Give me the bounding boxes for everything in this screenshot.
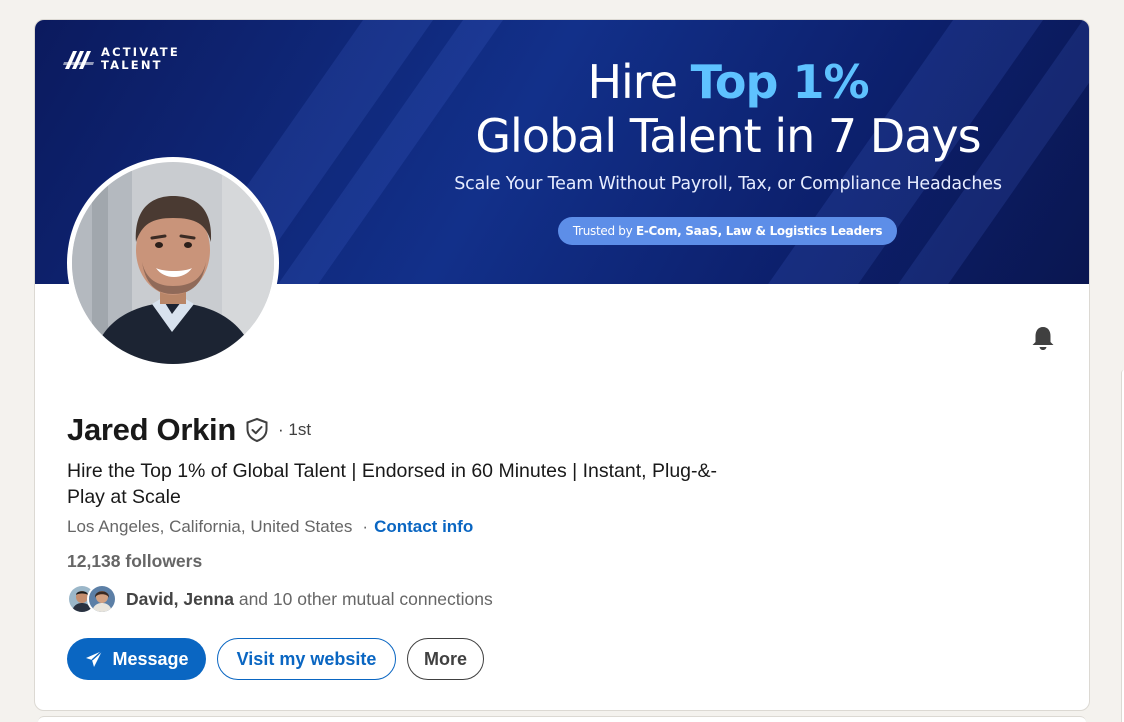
banner-subheadline: Scale Your Team Without Payroll, Tax, or… xyxy=(454,174,1002,194)
contact-info-link[interactable]: Contact info xyxy=(374,517,473,537)
avatar xyxy=(87,584,117,614)
connection-degree: · 1st xyxy=(278,420,312,439)
profile-photo-image xyxy=(72,162,274,364)
bell-icon[interactable] xyxy=(1029,324,1057,352)
location-row: Los Angeles, California, United States ·… xyxy=(67,517,473,537)
mutual-connections[interactable]: David, Jenna and 10 other mutual connect… xyxy=(67,583,493,615)
name-row: Jared Orkin · 1st xyxy=(67,412,311,448)
paper-plane-icon xyxy=(86,650,103,667)
profile-actions: Message Visit my website More xyxy=(67,638,484,680)
activate-talent-logo: ACTIVATE TALENT xyxy=(63,46,180,72)
verified-shield-icon[interactable] xyxy=(244,417,270,443)
banner-headline-accent: Top 1% xyxy=(690,55,870,109)
message-button-label: Message xyxy=(112,648,189,669)
more-button[interactable]: More xyxy=(407,638,484,680)
banner-headline-prefix: Hire xyxy=(587,55,691,109)
visit-website-button[interactable]: Visit my website xyxy=(217,638,396,680)
message-button[interactable]: Message xyxy=(67,638,206,680)
mutual-rest: and 10 other mutual connections xyxy=(233,588,493,609)
banner-headline-line2: Global Talent in 7 Days xyxy=(475,109,981,163)
pill-prefix: Trusted by xyxy=(572,224,636,238)
profile-location: Los Angeles, California, United States xyxy=(67,517,353,536)
pill-bold: E-Com, SaaS, Law & Logistics Leaders xyxy=(635,224,883,238)
mutual-names: David, Jenna xyxy=(126,588,234,609)
profile-name: Jared Orkin xyxy=(67,412,237,447)
profile-card: ACTIVATE TALENT Hire Top 1% Global Talen… xyxy=(34,19,1090,711)
banner-trusted-pill: Trusted by E-Com, SaaS, Law & Logistics … xyxy=(558,217,897,245)
mutual-avatars xyxy=(67,583,121,615)
profile-photo[interactable] xyxy=(67,157,279,369)
logo-text-line2: TALENT xyxy=(101,58,163,72)
location-separator: · xyxy=(362,517,369,536)
banner-headline-line1: Hire Top 1% xyxy=(415,56,1041,108)
followers-count[interactable]: 12,138 followers xyxy=(67,551,202,572)
logo-mark-icon xyxy=(63,51,94,69)
profile-headline: Hire the Top 1% of Global Talent | Endor… xyxy=(67,460,718,508)
next-card-edge xyxy=(38,716,1086,722)
